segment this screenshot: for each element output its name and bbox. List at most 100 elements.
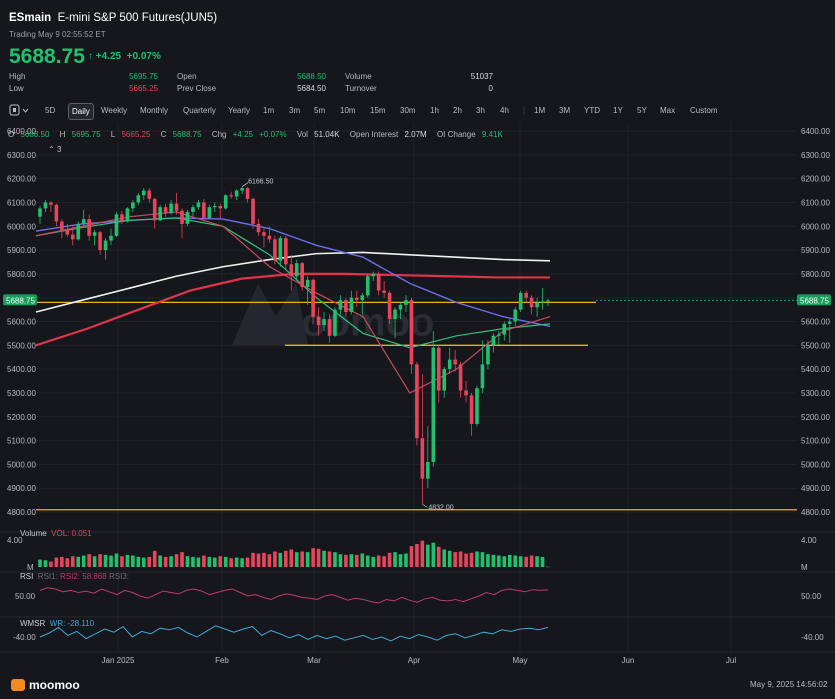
price-label-right: 6400.00 [801,127,830,136]
period-3h[interactable]: 3h [476,103,485,118]
current-price-tag-left: 5688.75 [3,294,37,306]
candle-body [223,195,228,209]
volume-bar [420,540,425,567]
volume-bar [365,555,370,567]
volume-bar [131,555,135,567]
volume-bar [497,555,501,567]
period-monthly[interactable]: Monthly [140,103,168,118]
candle-body [344,300,348,312]
price-label-left: 5800.00 [7,270,36,279]
candle-body [398,304,403,310]
price-chart[interactable]: moomoo6166.504832.006400.00 6400.006300.0… [0,123,835,675]
volume-bar [256,553,261,567]
candle-body [185,211,190,224]
candle-body [426,461,430,479]
time-axis-label: May [512,656,527,665]
candle-body [486,345,490,365]
volume-bar [349,554,354,567]
candle-body [327,319,332,336]
volume-bar [289,549,294,567]
candlestick-icon[interactable] [9,103,29,122]
close-legend: C 5688.75 [160,130,202,139]
candle-body [502,323,507,335]
volume-bar [76,556,81,567]
price-label-left: 5900.00 [7,246,36,255]
candle-body [234,190,239,197]
period-1h[interactable]: 1h [430,103,439,118]
period-2h[interactable]: 2h [453,103,462,118]
candle-body [278,238,283,261]
volume-bar [87,554,91,567]
period-yearly[interactable]: Yearly [228,103,250,118]
rsi3-label: RSI3: [108,572,129,581]
volume-bar [38,559,42,567]
chg-legend: Chg +4.25 +0.07% [211,130,287,139]
period-3m[interactable]: 3m [289,103,300,118]
period-30m[interactable]: 30m [400,103,416,118]
price-label-right: 5000.00 [801,460,830,469]
candle-body [60,221,64,230]
period-5d[interactable]: 5D [45,103,55,118]
candle-body [322,319,326,326]
candle-body [125,208,130,222]
candle-body [120,214,124,222]
volume-bar [322,550,326,567]
volume-bar [540,556,545,567]
candle-body [54,204,59,222]
candle-body [458,364,463,391]
period-quarterly[interactable]: Quarterly [183,103,216,118]
indicator-collapse-toggle[interactable]: ⌃ 3 [48,145,61,154]
period-daily[interactable]: Daily [68,103,94,120]
candle-body [305,279,310,287]
volume-bar [371,556,376,567]
period-4h[interactable]: 4h [500,103,509,118]
rsi2-value: RSI2: 58.868 [60,572,107,581]
price-label-right: 5500.00 [801,341,830,350]
volume-bar [251,552,255,567]
volume-bar [70,556,75,567]
high-label: High [9,72,26,81]
price-label-right: 4800.00 [801,508,830,517]
period-1m[interactable]: 1m [263,103,274,118]
candle-body [360,295,365,301]
volume-bar [212,557,217,567]
period-10m[interactable]: 10m [340,103,356,118]
period-weekly[interactable]: Weekly [101,103,127,118]
ohlc-legend: O 5688.50 H 5695.75 L 5665.25 C 5688.75 … [8,130,511,139]
price-label-left: 6200.00 [7,175,36,184]
candle-body [338,300,343,310]
volume-bar [245,557,250,567]
price-label-left: 6300.00 [7,151,36,160]
volume-bar [546,566,550,568]
price-label-left: 4800.00 [7,508,36,517]
candle-body [169,203,173,214]
period-1y[interactable]: 1Y [613,103,623,118]
candle-body [436,347,441,391]
volume-bar [273,551,277,567]
period-3m[interactable]: 3M [559,103,570,118]
symbol-code: ESmain [9,12,52,24]
volume-bar [300,551,304,567]
candle-body [294,263,299,277]
footer-timestamp: May 9, 2025 14:56:02 [750,680,828,689]
wr-level-label-right: -40.00 [801,633,824,642]
candle-body [393,309,397,320]
period-ytd[interactable]: YTD [584,103,600,118]
period-5m[interactable]: 5m [314,103,325,118]
period-5y[interactable]: 5Y [637,103,647,118]
candle-body [152,198,157,221]
period-1m[interactable]: 1M [534,103,545,118]
turnover-label: Turnover [345,84,377,93]
rsi-label: RSI [20,572,34,581]
period-max[interactable]: Max [660,103,675,118]
volume-bar [98,554,102,567]
turnover-value: 0 [488,84,493,93]
price-change: ↑ +4.25 +0.07% [88,51,161,62]
candle-body [76,223,81,240]
period-custom[interactable]: Custom [690,103,718,118]
period-15m[interactable]: 15m [370,103,386,118]
volume-bar [109,555,113,567]
candle-body [491,335,496,346]
low-marker-line [422,504,428,508]
volume-bar [409,546,414,567]
